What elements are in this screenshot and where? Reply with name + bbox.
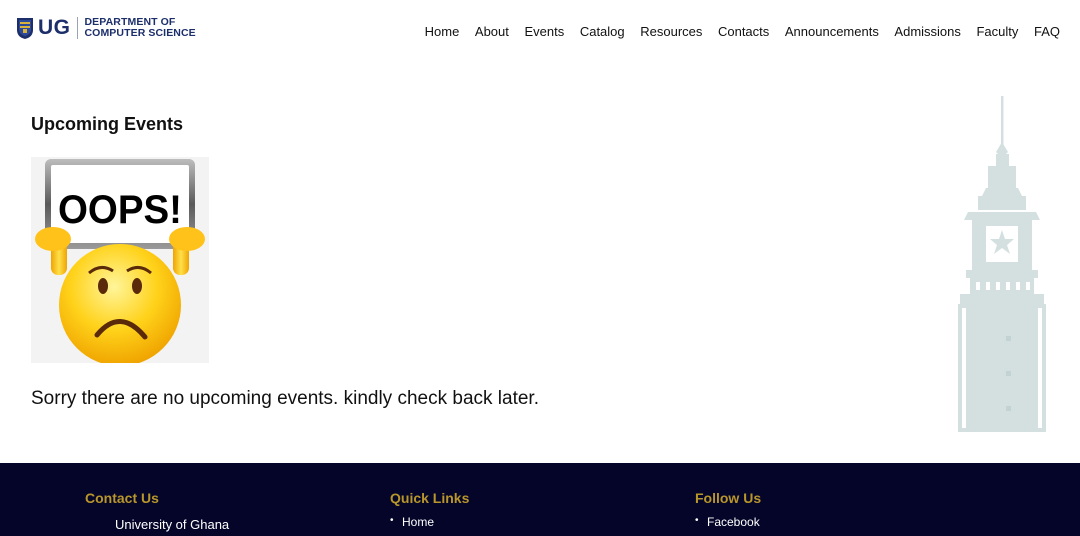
oops-sign-text: OOPS! [58,188,182,232]
nav-faq[interactable]: FAQ [1034,24,1060,40]
footer-contact-section: Contact Us University of Ghana [85,490,229,532]
logo-department-name: DEPARTMENT OF COMPUTER SCIENCE [85,17,196,39]
nav-announcements[interactable]: Announcements [785,24,879,40]
logo-line-2: COMPUTER SCIENCE [84,27,196,39]
page-title: Upcoming Events [31,114,184,134]
ug-crest-icon [17,18,33,39]
site-header: UG DEPARTMENT OF COMPUTER SCIENCE Home A… [0,0,1080,62]
footer-follow-heading: Follow Us [695,490,762,506]
nav-resources[interactable]: Resources [640,24,702,40]
nav-contacts[interactable]: Contacts [718,24,769,40]
footer-contact-heading: Contact Us [85,490,159,506]
footer-quick-links-section: Quick Links Home [390,490,469,529]
quick-links-list: Home [390,515,469,529]
social-link-facebook[interactable]: Facebook [695,515,761,529]
footer-address: University of Ghana [115,517,230,532]
nav-about[interactable]: About [475,24,509,40]
site-logo[interactable]: UG DEPARTMENT OF COMPUTER SCIENCE [16,16,196,40]
site-footer: Contact Us University of Ghana Quick Lin… [0,463,1080,536]
logo-divider [76,17,78,39]
clock-tower-watermark [958,96,1046,432]
nav-faculty[interactable]: Faculty [976,24,1018,40]
logo-abbreviation: UG [38,16,71,39]
footer-follow-section: Follow Us Facebook [695,490,761,529]
nav-admissions[interactable]: Admissions [894,24,960,40]
social-links-list: Facebook [695,515,761,529]
no-events-message: Sorry there are no upcoming events. kind… [31,388,539,409]
quick-link-home[interactable]: Home [390,515,469,529]
nav-home[interactable]: Home [425,24,460,40]
main-nav: Home About Events Catalog Resources Cont… [409,24,1060,40]
footer-quick-links-heading: Quick Links [390,490,470,506]
nav-events[interactable]: Events [524,24,564,40]
nav-catalog[interactable]: Catalog [580,24,625,40]
oops-emoji-image: OOPS! [31,157,209,363]
